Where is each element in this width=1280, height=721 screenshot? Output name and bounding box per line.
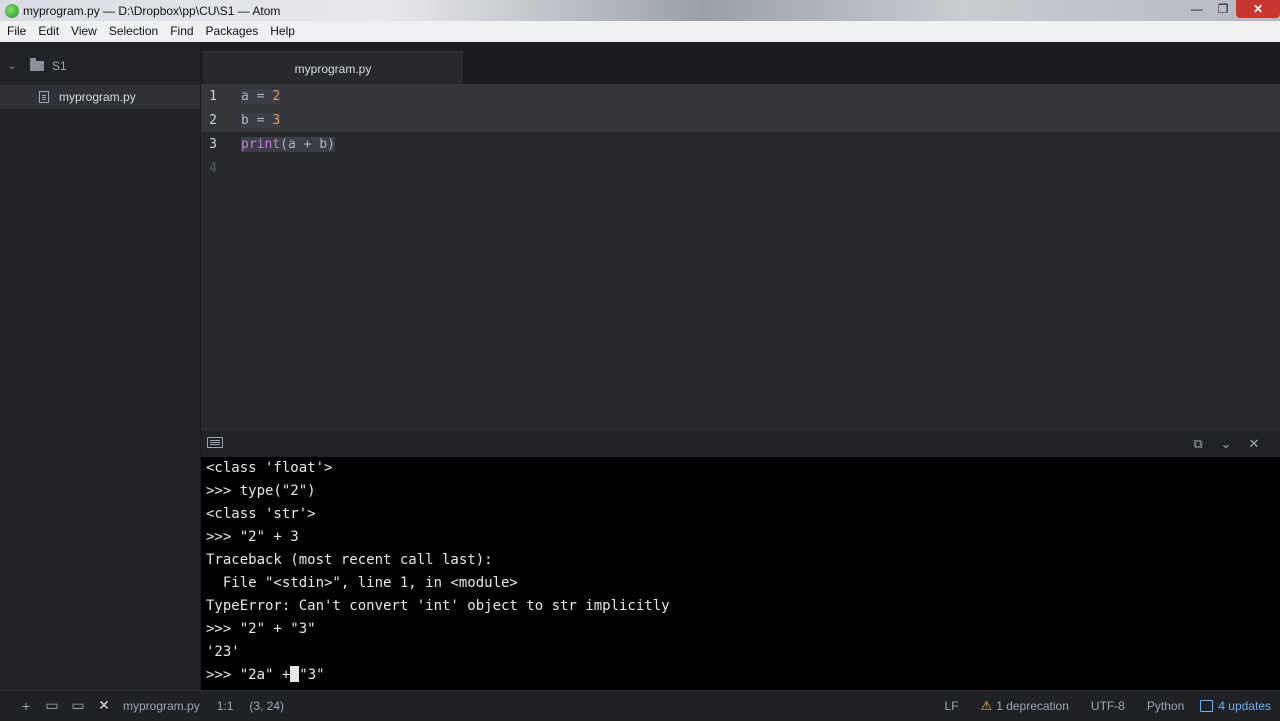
package-icon <box>1200 700 1214 712</box>
atom-logo-icon <box>5 3 19 18</box>
line-ending[interactable]: LF <box>945 699 959 713</box>
menu-help[interactable]: Help <box>264 21 301 42</box>
terminal-icon[interactable]: ▭ <box>44 697 60 714</box>
tree-file-label: myprogram.py <box>59 90 136 104</box>
menu-edit[interactable]: Edit <box>32 21 65 42</box>
cursor-position[interactable]: 1:1 <box>217 699 234 713</box>
editor-line[interactable]: 2 b = 3 <box>201 108 1280 132</box>
terminal-line: >>> "2" + 3 <box>206 529 299 545</box>
deprecation-label: 1 deprecation <box>996 699 1069 713</box>
line-number: 4 <box>209 160 217 176</box>
terminal-line: File "<stdin>", line 1, in <module> <box>206 575 518 591</box>
terminal-line: Traceback (most recent call last): <box>206 552 493 568</box>
editor-line[interactable]: 1 a = 2 <box>201 84 1280 108</box>
tab-myprogram[interactable]: myprogram.py <box>203 51 463 84</box>
close-window-button[interactable]: ✕ <box>1236 0 1280 18</box>
terminal-line: '23' <box>206 644 240 660</box>
terminal-line: TypeError: Can't convert 'int' object to… <box>206 598 670 614</box>
folder-icon <box>30 58 44 71</box>
terminal-line: >>> "2" + "3" <box>206 621 316 637</box>
menu-find[interactable]: Find <box>164 21 199 42</box>
terminal-input-line[interactable]: >>> "2a" + "3" <box>206 664 1280 687</box>
title-bar: myprogram.py — D:\Dropbox\pp\CU\S1 — Ato… <box>0 0 1280 21</box>
code-token: = <box>248 88 273 104</box>
status-bar: + ▭ ▭ ✕ myprogram.py 1:1 (3, 24) LF ⚠ 1 … <box>0 690 1280 720</box>
menu-selection[interactable]: Selection <box>103 21 164 42</box>
menu-bar: File Edit View Selection Find Packages H… <box>0 21 1280 42</box>
code-text: a = 2 <box>241 88 281 104</box>
code-token: a <box>241 88 249 104</box>
warning-icon: ⚠ <box>980 698 993 713</box>
terminal-icon-secondary[interactable]: ▭ <box>70 697 86 714</box>
code-editor[interactable]: 1a = 22b = 3 3 print(a + b) 4 <box>201 84 1280 429</box>
tab-bar: myprogram.py <box>201 42 1280 84</box>
editor-line[interactable]: 4 <box>201 156 1280 180</box>
window-controls: — ❐ ✕ <box>1184 0 1280 18</box>
code-token: = <box>248 112 273 128</box>
line-number: 3 <box>209 136 217 152</box>
terminal-panel-header: ⧉ ⌄ ✕ <box>201 429 1280 457</box>
minimize-button[interactable]: — <box>1184 0 1210 18</box>
code-token: b <box>241 112 249 128</box>
tree-root-folder[interactable]: ⌄ S1 <box>0 54 200 78</box>
terminal-input-after: "3" <box>299 667 325 683</box>
code-token: 3 <box>272 112 281 128</box>
line-number: 1 <box>209 88 217 104</box>
updates-label: 4 updates <box>1218 699 1271 713</box>
editor-line[interactable]: 3 print(a + b) <box>201 132 1280 156</box>
tab-label: myprogram.py <box>294 61 372 76</box>
close-icon[interactable]: ✕ <box>96 697 112 714</box>
terminal-line: <class 'str'> <box>206 506 316 522</box>
chevron-down-icon[interactable]: ⌄ <box>1216 434 1236 454</box>
code-token: print <box>241 136 281 152</box>
line-number: 2 <box>209 112 217 128</box>
tree-view: ⌄ S1 myprogram.py <box>0 42 201 690</box>
window-title: myprogram.py — D:\Dropbox\pp\CU\S1 — Ato… <box>23 3 281 18</box>
maximize-button[interactable]: ❐ <box>1210 0 1236 18</box>
code-token: 2 <box>272 88 281 104</box>
keyboard-icon[interactable] <box>207 437 223 448</box>
code-text: b = 3 <box>241 112 281 128</box>
chevron-down-icon: ⌄ <box>8 60 17 72</box>
encoding[interactable]: UTF-8 <box>1091 699 1125 713</box>
selection-count: (3, 24) <box>249 698 285 713</box>
terminal-cursor <box>290 666 300 682</box>
tree-file-item[interactable]: myprogram.py <box>0 85 200 109</box>
file-text-icon <box>39 91 49 103</box>
status-file-name[interactable]: myprogram.py <box>123 699 200 713</box>
terminal-line: <class 'float'> <box>206 460 333 476</box>
terminal-input-before: >>> "2a" + <box>206 667 291 683</box>
tree-root-label: S1 <box>52 59 67 73</box>
code-token: (a + b) <box>280 136 335 152</box>
updates-status[interactable]: 4 updates <box>1200 699 1271 713</box>
deprecation-status[interactable]: ⚠ 1 deprecation <box>981 698 1069 714</box>
terminal-output[interactable]: <class 'float'> >>> type("2") <class 'str'… <box>201 457 1280 690</box>
grammar[interactable]: Python <box>1147 699 1184 713</box>
maximize-panel-icon[interactable]: ⧉ <box>1188 434 1208 454</box>
menu-file[interactable]: File <box>0 21 32 42</box>
terminal-line: >>> type("2") <box>206 483 316 499</box>
menu-view[interactable]: View <box>65 21 103 42</box>
code-text: print(a + b) <box>241 136 335 152</box>
add-terminal-icon[interactable]: + <box>18 698 34 714</box>
menu-packages[interactable]: Packages <box>200 21 265 42</box>
close-panel-icon[interactable]: ✕ <box>1244 434 1264 454</box>
